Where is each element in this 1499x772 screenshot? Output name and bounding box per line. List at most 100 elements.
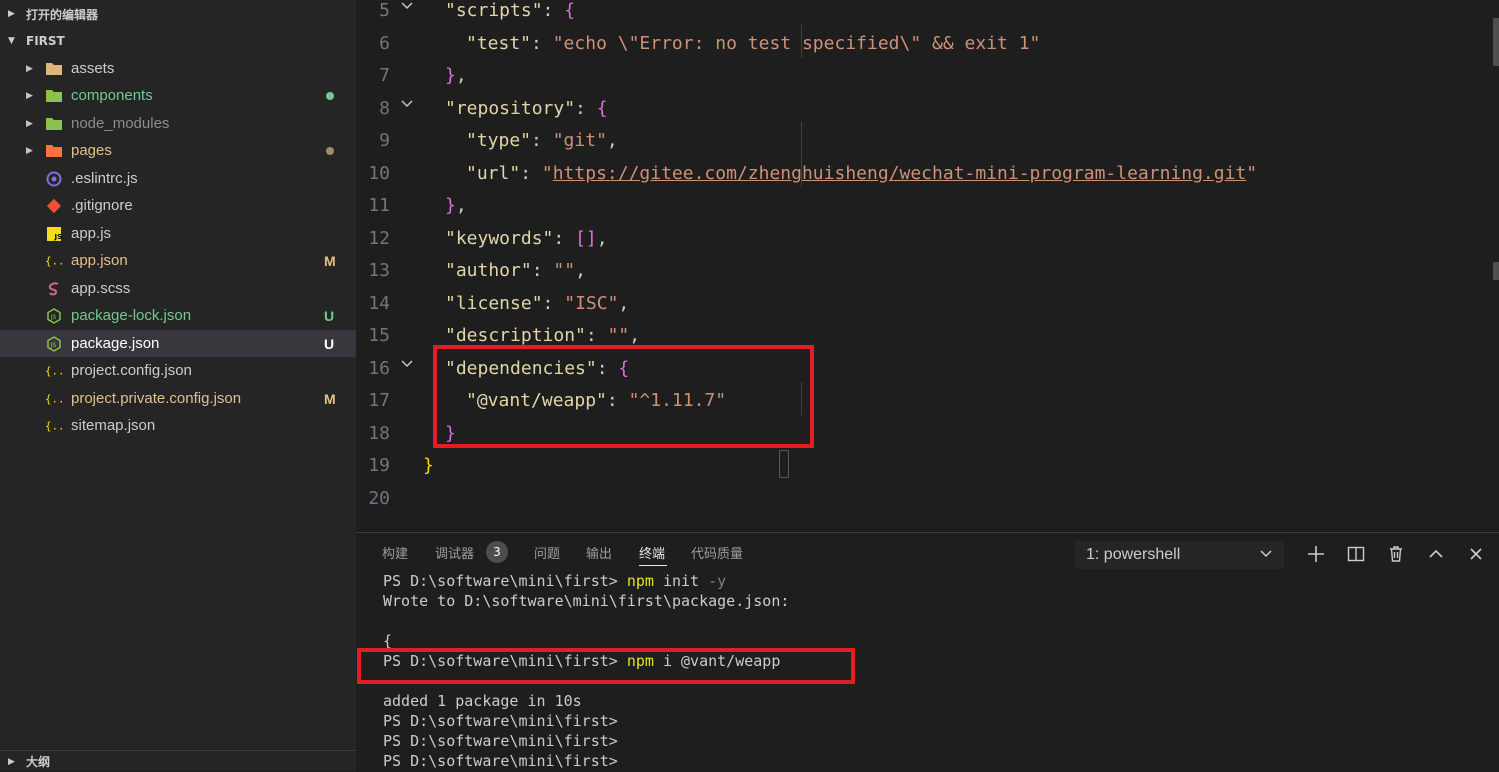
file-tree-item[interactable]: {..} app.json M — [0, 247, 356, 274]
terminal-select-value: 1: powershell — [1086, 546, 1181, 563]
trash-icon[interactable] — [1387, 545, 1405, 563]
tab-terminal[interactable]: 终端 — [639, 543, 665, 562]
javascript-file-icon: JS — [45, 225, 63, 243]
tab-build[interactable]: 构建 — [382, 543, 408, 562]
file-tree-item[interactable]: JS package.json U — [0, 330, 356, 357]
code-editor[interactable]: 5 6 7 8 9 10 11 12 13 14 15 16 17 18 19 20 "scripts": {"… — [356, 0, 1499, 532]
new-terminal-icon[interactable] — [1307, 545, 1325, 563]
tab-debugger[interactable]: 调试器 — [435, 543, 474, 562]
current-line-highlight — [779, 450, 789, 478]
terminal-arg: init — [653, 572, 709, 590]
git-status-badge: U — [324, 307, 335, 324]
tab-output[interactable]: 输出 — [586, 543, 612, 562]
file-tree-item[interactable]: app.scss — [0, 275, 356, 302]
json-brace: { — [596, 97, 608, 119]
line-number: 5 — [379, 0, 390, 21]
terminal-line: added 1 package in 10s — [383, 692, 582, 710]
code-line: "scripts": { — [445, 0, 575, 21]
open-editors-header[interactable]: ▶ 打开的编辑器 — [0, 1, 356, 27]
json-separator: : — [531, 260, 554, 281]
json-value: [] — [575, 227, 597, 249]
fold-chevron-icon[interactable] — [400, 1, 414, 11]
code-line: "keywords": [], — [445, 228, 608, 249]
close-icon[interactable] — [1467, 545, 1485, 563]
line-number: 15 — [368, 325, 390, 346]
file-tree-item[interactable]: .eslintrc.js — [0, 165, 356, 192]
outline-header[interactable]: ▶ 大纲 — [0, 750, 356, 772]
file-tree-item[interactable]: {..} project.private.config.json M — [0, 385, 356, 412]
file-tree-item[interactable]: ▶ pages — [0, 137, 356, 164]
line-number: 9 — [379, 130, 390, 151]
chevron-right-icon: ▶ — [8, 756, 15, 767]
svg-text:JS: JS — [50, 342, 57, 349]
svg-text:JS: JS — [50, 314, 57, 321]
line-number: 19 — [368, 455, 390, 476]
file-tree-item[interactable]: {..} sitemap.json — [0, 412, 356, 439]
file-tree-item[interactable]: .gitignore — [0, 192, 356, 219]
file-tree-item[interactable]: JS app.js — [0, 220, 356, 247]
folder-icon — [45, 115, 63, 133]
project-header[interactable]: ▼ FIRST — [0, 28, 356, 54]
json-quote: " — [541, 162, 553, 184]
json-comma: , — [596, 227, 608, 249]
terminal-command: npm — [626, 572, 654, 590]
json-key: "license" — [445, 292, 543, 314]
json-comma: , — [455, 195, 467, 216]
line-number: 16 — [368, 357, 390, 379]
file-tree-item[interactable]: JS package-lock.json U — [0, 302, 356, 329]
code-line: "license": "ISC", — [445, 293, 629, 314]
chevron-right-icon: ▶ — [26, 90, 33, 100]
tab-problems[interactable]: 问题 — [534, 543, 560, 562]
code-line: "test": "echo \"Error: no test specified… — [466, 33, 1040, 54]
json-comma: , — [575, 260, 586, 281]
terminal-line: PS D:\software\mini\first> — [383, 752, 618, 770]
line-number: 17 — [368, 390, 390, 411]
file-tree-item[interactable]: ▶ assets — [0, 55, 356, 82]
line-number: 20 — [368, 487, 390, 509]
json-brace: } — [445, 195, 456, 216]
json-quote: " — [1246, 162, 1258, 184]
code-line: }, — [445, 195, 467, 216]
file-tree-item-label: sitemap.json — [71, 417, 156, 434]
fold-chevron-icon[interactable] — [400, 359, 414, 369]
file-tree-item[interactable]: ▶ components — [0, 82, 356, 109]
json-value: "ISC" — [564, 292, 619, 314]
line-number: 18 — [368, 422, 390, 444]
code-line: "author": "", — [445, 260, 586, 281]
json-file-icon: {..} — [45, 417, 63, 435]
modified-dot — [326, 91, 334, 100]
svg-text:{..}: {..} — [45, 364, 63, 377]
terminal-select[interactable]: 1: powershell — [1074, 541, 1284, 569]
file-tree-item-label: app.scss — [71, 280, 131, 297]
maximize-panel-icon[interactable] — [1427, 545, 1445, 563]
fold-chevron-icon[interactable] — [400, 99, 414, 109]
json-key: "author" — [445, 260, 532, 281]
chevron-down-icon: ▼ — [8, 36, 15, 46]
git-icon — [45, 197, 63, 215]
line-number: 14 — [368, 292, 390, 314]
file-tree-item-label: .gitignore — [71, 197, 133, 214]
json-brace: { — [564, 0, 576, 21]
tab-code-quality[interactable]: 代码质量 — [691, 543, 743, 562]
json-key: "scripts" — [445, 0, 543, 21]
json-separator: : — [531, 32, 553, 54]
json-comma: , — [618, 292, 630, 314]
svg-text:JS: JS — [54, 233, 63, 241]
outline-label: 大纲 — [26, 755, 51, 769]
file-tree-item-label: node_modules — [71, 115, 170, 132]
editor-scrollbar-thumb[interactable] — [1493, 18, 1499, 66]
json-comma: , — [606, 130, 618, 151]
chevron-right-icon: ▶ — [26, 63, 33, 73]
file-tree-item[interactable]: ▶ node_modules — [0, 110, 356, 137]
folder-icon — [45, 87, 63, 105]
file-tree-item-label: app.js — [71, 225, 112, 242]
repository-url-link[interactable]: https://gitee.com/zhenghuisheng/wechat-m… — [553, 163, 1247, 184]
json-file-icon: {..} — [45, 362, 63, 380]
nodejs-file-icon: JS — [45, 307, 63, 325]
file-tree-item[interactable]: {..} project.config.json — [0, 357, 356, 384]
folder-icon — [45, 60, 63, 78]
file-tree-item-label: package-lock.json — [71, 307, 192, 324]
json-key: "keywords" — [445, 227, 554, 249]
split-terminal-icon[interactable] — [1347, 545, 1365, 563]
terminal-line: Wrote to D:\software\mini\first\package.… — [383, 592, 790, 610]
